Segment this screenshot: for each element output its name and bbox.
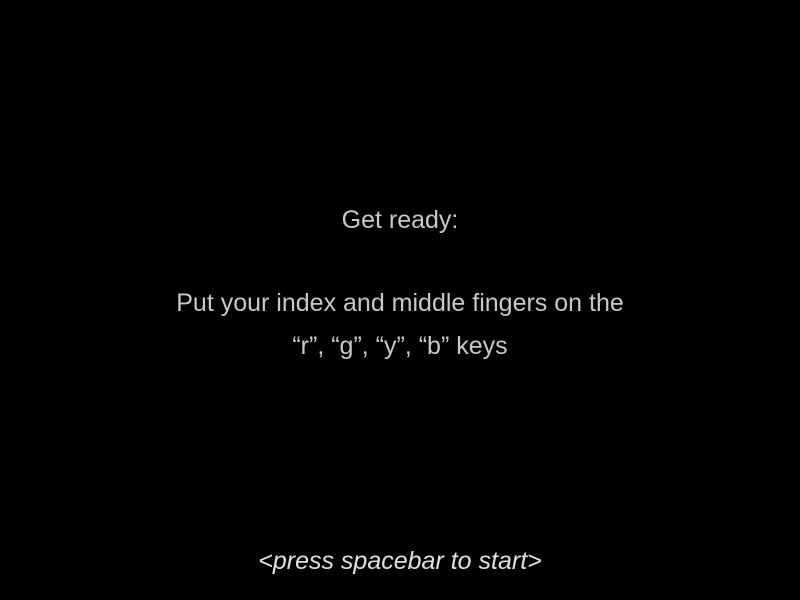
task-instruction-screen[interactable]: Get ready: Put your index and middle fin… <box>0 0 800 600</box>
press-spacebar-prompt: <press spacebar to start> <box>258 547 542 575</box>
instruction-line-2: “r”, “g”, “y”, “b” keys <box>292 332 508 360</box>
instruction-line-1: Put your index and middle fingers on the <box>176 289 624 317</box>
get-ready-heading: Get ready: <box>341 206 459 234</box>
